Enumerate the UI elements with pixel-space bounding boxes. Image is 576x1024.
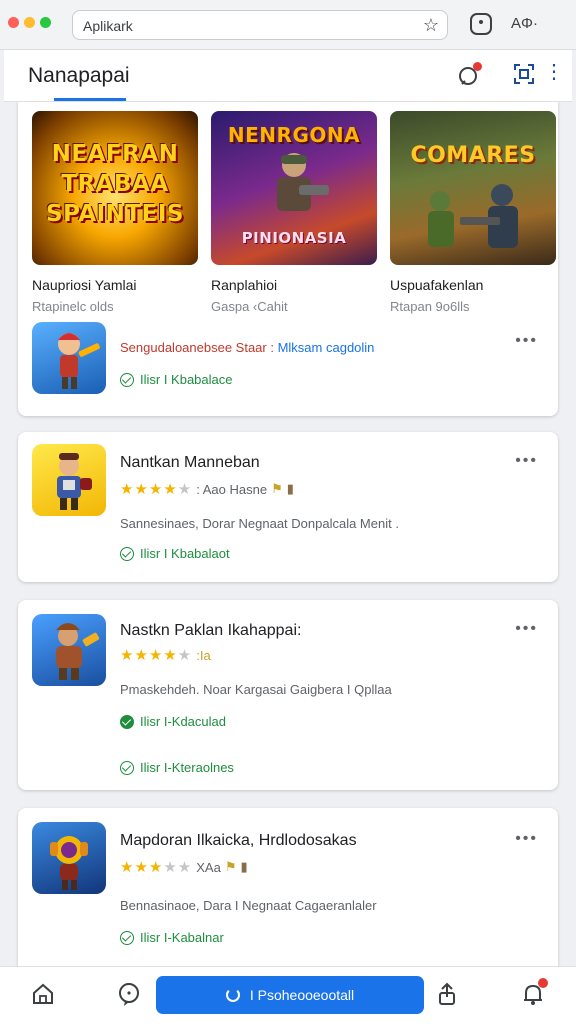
app-rating: ★★★★★ :Ia bbox=[120, 646, 211, 664]
notifications-icon[interactable] bbox=[456, 62, 482, 88]
soldiers-figure bbox=[428, 184, 518, 248]
app-name: Mapdoran Ilkaicka, Hrdlodosakas bbox=[120, 832, 357, 849]
status-text: Ilisr I-Kabalnar bbox=[140, 930, 224, 945]
app-description: Sannesinaes, Dorar Negnaat Donpalcala Me… bbox=[120, 516, 399, 531]
check-circle-icon bbox=[120, 760, 134, 775]
install-all-label: I Psoheooeootall bbox=[249, 987, 355, 1003]
install-status: Ilisr I-Kabalnar bbox=[120, 930, 224, 945]
check-circle-icon bbox=[120, 372, 134, 387]
app-card[interactable]: Nantkan Manneban ••• ★★★★★ : Aao Hasne ⚑… bbox=[18, 432, 558, 582]
promo-text: Sengudaloanebsee Staar : Mlksam cagdolin bbox=[120, 340, 374, 355]
book-icon: ▮ bbox=[240, 859, 248, 874]
check-circle-icon bbox=[120, 546, 134, 561]
character-icon bbox=[50, 836, 88, 890]
notification-bell-icon[interactable] bbox=[520, 978, 548, 1007]
bottom-navigation: I Psoheooeootall bbox=[0, 966, 576, 1024]
award-icon: ⚑ bbox=[224, 859, 237, 874]
featured-title: Naupriosi Yamlai bbox=[32, 277, 137, 293]
app-card[interactable]: Mapdoran Ilkaicka, Hrdlodosakas ••• ★★★★… bbox=[18, 808, 558, 966]
install-status: Ilisr I-Kdaculad bbox=[120, 714, 226, 729]
minimize-window-button[interactable] bbox=[24, 17, 35, 28]
promo-app-icon[interactable] bbox=[32, 322, 106, 394]
featured-thumb-title: COMARES bbox=[410, 143, 536, 168]
browser-toolbar: Aplikark ☆ AΦ· bbox=[0, 0, 576, 50]
loading-spinner-icon bbox=[225, 988, 240, 1002]
character-icon bbox=[57, 453, 92, 510]
featured-title: Uspuafakenlan bbox=[390, 277, 484, 293]
featured-title: Ranplahioi bbox=[211, 277, 278, 293]
character-icon bbox=[56, 623, 100, 680]
app-description: Pmaskehdeh. Noar Kargasai Gaigbera I Qpl… bbox=[120, 682, 392, 697]
scan-icon[interactable] bbox=[512, 62, 536, 86]
app-description: Bennasinaoe, Dara I Negnaat Cagaeranlale… bbox=[120, 898, 377, 913]
app-header: Nanapapai ⋮ bbox=[4, 50, 572, 102]
featured-item[interactable]: NENRGONA PINIONASIA Ranplahioi Gaspa ‹Ca… bbox=[211, 111, 377, 314]
book-icon: ▮ bbox=[286, 481, 294, 496]
app-name: Nastkn Paklan Ikahappai: bbox=[120, 622, 302, 639]
window-controls bbox=[8, 17, 51, 28]
app-rating: ★★★★★ XAa ⚑ ▮ bbox=[120, 858, 248, 876]
promo-link[interactable]: Mlksam cagdolin bbox=[278, 340, 375, 355]
check-circle-icon bbox=[120, 930, 134, 945]
check-circle-filled-icon bbox=[120, 714, 134, 729]
main-content: NEAFRAN TRABAA SPAINTEIS Naupriosi Yamla… bbox=[0, 102, 576, 966]
award-icon: ⚑ bbox=[271, 481, 283, 496]
more-vert-icon[interactable]: ⋮ bbox=[544, 62, 564, 82]
featured-subtitle: Rtapinelc olds bbox=[32, 299, 114, 314]
status-text: Ilisr I-Kdaculad bbox=[140, 714, 226, 729]
share-icon[interactable] bbox=[434, 981, 460, 1007]
active-tab-indicator bbox=[54, 98, 126, 101]
featured-thumb-title: NENRGONA bbox=[227, 123, 361, 147]
soldier-figure bbox=[277, 153, 329, 211]
profile-label[interactable]: AΦ· bbox=[511, 15, 538, 32]
rating-text: XAa bbox=[196, 859, 221, 875]
app-name: Nantkan Manneban bbox=[120, 454, 260, 471]
star-rating: ★★★★★ bbox=[120, 481, 193, 498]
featured-thumbnail: NEAFRAN TRABAA SPAINTEIS bbox=[32, 111, 198, 265]
more-options-button[interactable]: ••• bbox=[515, 332, 538, 350]
featured-subtitle: Rtapan 9o6lls bbox=[390, 299, 470, 314]
address-bar[interactable]: Aplikark ☆ bbox=[72, 10, 448, 40]
rating-text: : Aao Hasne bbox=[196, 481, 268, 497]
home-icon[interactable] bbox=[30, 981, 56, 1007]
character-icon bbox=[58, 333, 100, 389]
url-text: Aplikark bbox=[83, 18, 133, 34]
app-icon bbox=[32, 444, 106, 516]
status-text: Ilisr I-Kteraolnes bbox=[140, 760, 234, 775]
notification-badge bbox=[538, 978, 548, 988]
featured-thumb-subtitle: PINIONASIA bbox=[241, 229, 347, 247]
star-rating: ★★★★★ bbox=[120, 647, 193, 664]
maximize-window-button[interactable] bbox=[40, 17, 51, 28]
featured-card: NEAFRAN TRABAA SPAINTEIS Naupriosi Yamla… bbox=[18, 102, 558, 416]
install-all-button[interactable]: I Psoheooeootall bbox=[156, 976, 424, 1014]
extension-icon[interactable] bbox=[470, 13, 492, 35]
install-status: Ilisr I Kbabalaot bbox=[120, 546, 230, 561]
featured-thumbnail: COMARES bbox=[390, 111, 556, 265]
status-text: Ilisr I Kbabalace bbox=[140, 372, 233, 387]
featured-subtitle: Gaspa ‹Cahit bbox=[211, 299, 288, 314]
rating-text: :Ia bbox=[196, 647, 211, 663]
app-card[interactable]: Nastkn Paklan Ikahappai: ••• ★★★★★ :Ia P… bbox=[18, 600, 558, 790]
install-status: Ilisr I-Kteraolnes bbox=[120, 760, 234, 775]
app-rating: ★★★★★ : Aao Hasne ⚑ ▮ bbox=[120, 480, 294, 498]
page-title: Nanapapai bbox=[28, 64, 130, 87]
more-options-button[interactable]: ••• bbox=[515, 830, 538, 848]
featured-thumb-title: NEAFRAN TRABAA SPAINTEIS bbox=[46, 141, 184, 227]
promo-primary-text: Sengudaloanebsee Staar : bbox=[120, 340, 274, 355]
close-window-button[interactable] bbox=[8, 17, 19, 28]
featured-thumbnail: NENRGONA PINIONASIA bbox=[211, 111, 377, 265]
app-icon bbox=[32, 822, 106, 894]
more-options-button[interactable]: ••• bbox=[515, 620, 538, 638]
status-text: Ilisr I Kbabalaot bbox=[140, 546, 230, 561]
featured-item[interactable]: NEAFRAN TRABAA SPAINTEIS Naupriosi Yamla… bbox=[32, 111, 198, 314]
install-status: Ilisr I Kbabalace bbox=[120, 372, 233, 387]
more-options-button[interactable]: ••• bbox=[515, 452, 538, 470]
bookmark-star-icon[interactable]: ☆ bbox=[423, 15, 439, 36]
featured-item[interactable]: COMARES Uspuafakenlan Rtapan 9o6lls bbox=[390, 111, 556, 314]
notification-badge bbox=[473, 62, 482, 71]
star-rating: ★★★★★ bbox=[120, 859, 193, 876]
app-icon bbox=[32, 614, 106, 686]
chat-icon[interactable] bbox=[116, 981, 142, 1007]
